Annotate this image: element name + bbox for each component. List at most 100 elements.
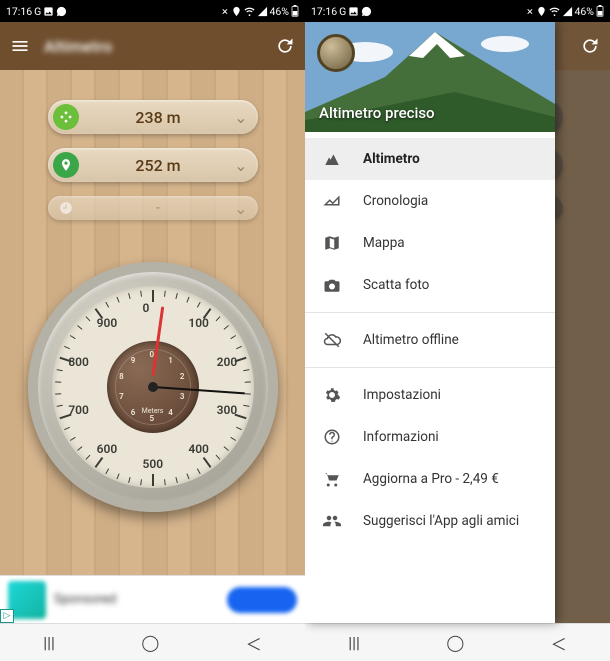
gauge-inner-label: 6	[131, 408, 136, 417]
gauge-outer-label: 900	[97, 316, 118, 330]
reading-satellite[interactable]: 238 m ⌄	[48, 100, 258, 134]
ad-text: Sponsored	[54, 592, 219, 607]
reading-time[interactable]: - ⌄	[48, 196, 258, 220]
ad-cta-button[interactable]	[227, 587, 297, 613]
menu-offline[interactable]: Altimetro offline	[305, 319, 555, 361]
gauge-inner-label: 9	[131, 356, 136, 365]
location-icon	[231, 6, 242, 17]
refresh-icon	[580, 36, 600, 56]
menu-label: Cronologia	[363, 193, 428, 209]
menu-label: Suggerisci l'App agli amici	[363, 513, 519, 529]
gauge-outer-label: 300	[217, 403, 238, 417]
home-button[interactable]: ◯	[141, 633, 159, 652]
gear-icon	[323, 386, 341, 404]
chevron-down-icon: ⌄	[234, 156, 247, 175]
menu-cronologia[interactable]: Cronologia	[305, 180, 555, 222]
menu-label: Aggiorna a Pro - 2,49 €	[363, 471, 499, 487]
ad-badge-icon[interactable]: ▷	[0, 609, 14, 623]
status-time: 17:16	[6, 5, 32, 18]
gauge-outer-label: 800	[68, 355, 89, 369]
gallery-icon	[348, 6, 359, 17]
reading-gps[interactable]: 252 m ⌄	[48, 148, 258, 182]
system-navbar: ||| ◯ ＜	[305, 623, 610, 661]
location-icon	[536, 6, 547, 17]
drawer-menu: Altimetro Cronologia Mappa Scatta foto A…	[305, 132, 555, 548]
menu-mappa[interactable]: Mappa	[305, 222, 555, 264]
gauge-outer-label: 0	[143, 301, 150, 315]
gauge-inner-label: 7	[119, 392, 124, 401]
main-content: 238 m ⌄ 252 m ⌄ - ⌄	[0, 70, 305, 661]
camera-icon	[323, 276, 341, 294]
menu-informazioni[interactable]: Informazioni	[305, 416, 555, 458]
menu-altimetro[interactable]: Altimetro	[305, 138, 555, 180]
menu-icon[interactable]	[10, 36, 30, 56]
battery-pct: 46%	[575, 5, 595, 18]
whatsapp-icon	[361, 6, 372, 17]
recents-button[interactable]: |||	[348, 633, 360, 652]
status-bar: 17:16 G 46%	[0, 0, 305, 22]
app-bar: Altimetro	[0, 22, 305, 70]
screen-drawer: 17:16 G 46% ⌄ ⌄ ⌄	[305, 0, 610, 661]
location-pin-icon	[53, 152, 79, 178]
gauge-inner-label: 4	[168, 408, 173, 417]
menu-label: Scatta foto	[363, 277, 429, 293]
gauge-outer-label: 100	[188, 316, 209, 330]
gauge-inner-label: 2	[180, 372, 185, 381]
mute-icon	[523, 6, 534, 17]
battery-icon	[596, 5, 604, 17]
altimeter-gauge: 0100200300400500600700800900 0123456789 …	[28, 262, 278, 512]
wifi-icon	[549, 6, 560, 17]
time-value: -	[79, 201, 258, 216]
gauge-inner-label: 3	[180, 392, 185, 401]
menu-label: Altimetro offline	[363, 332, 459, 348]
wifi-icon	[244, 6, 255, 17]
chevron-down-icon: ⌄	[234, 199, 247, 218]
back-button[interactable]: ＜	[551, 631, 567, 655]
drawer-header: Altimetro preciso	[305, 22, 555, 132]
gauge-outer-label: 700	[68, 403, 89, 417]
drawer-compass-icon	[317, 34, 355, 72]
mountain-icon	[323, 150, 341, 168]
gauge-unit: Meters	[142, 407, 164, 415]
gauge-outer-label: 500	[143, 457, 164, 471]
cart-icon	[323, 470, 341, 488]
signal-icon	[562, 6, 573, 17]
people-icon	[323, 512, 341, 530]
cloud-off-icon	[323, 331, 341, 349]
menu-upgrade[interactable]: Aggiorna a Pro - 2,49 €	[305, 458, 555, 500]
menu-suggerisci[interactable]: Suggerisci l'App agli amici	[305, 500, 555, 542]
menu-label: Impostazioni	[363, 387, 441, 403]
gps-value: 252 m	[79, 156, 258, 175]
signal-icon	[257, 6, 268, 17]
status-google-icon: G	[339, 5, 346, 18]
system-navbar: ||| ◯ ＜	[0, 623, 305, 661]
gauge-outer-label: 400	[188, 442, 209, 456]
chevron-down-icon: ⌄	[234, 108, 247, 127]
mute-icon	[218, 6, 229, 17]
clock-icon	[53, 195, 79, 221]
status-bar: 17:16 G 46%	[305, 0, 610, 22]
back-button[interactable]: ＜	[246, 631, 262, 655]
gauge-outer-label: 200	[217, 355, 238, 369]
satellite-icon	[53, 104, 79, 130]
menu-label: Informazioni	[363, 429, 439, 445]
menu-impostazioni[interactable]: Impostazioni	[305, 374, 555, 416]
needle-cap	[148, 382, 158, 392]
recents-button[interactable]: |||	[43, 633, 55, 652]
home-button[interactable]: ◯	[446, 633, 464, 652]
status-time: 17:16	[311, 5, 337, 18]
gallery-icon	[43, 6, 54, 17]
gauge-inner-label: 8	[119, 372, 124, 381]
status-google-icon: G	[34, 5, 41, 18]
menu-scatta-foto[interactable]: Scatta foto	[305, 264, 555, 306]
menu-label: Mappa	[363, 235, 405, 251]
nav-drawer: Altimetro preciso Altimetro Cronologia M…	[305, 22, 555, 623]
refresh-icon[interactable]	[275, 36, 295, 56]
whatsapp-icon	[56, 6, 67, 17]
satellite-value: 238 m	[79, 108, 258, 127]
menu-label: Altimetro	[363, 151, 420, 167]
gauge-inner-label: 5	[150, 414, 155, 423]
gauge-inner-label: 1	[168, 356, 173, 365]
ad-banner[interactable]: Sponsored ▷	[0, 575, 305, 623]
battery-icon	[291, 5, 299, 17]
